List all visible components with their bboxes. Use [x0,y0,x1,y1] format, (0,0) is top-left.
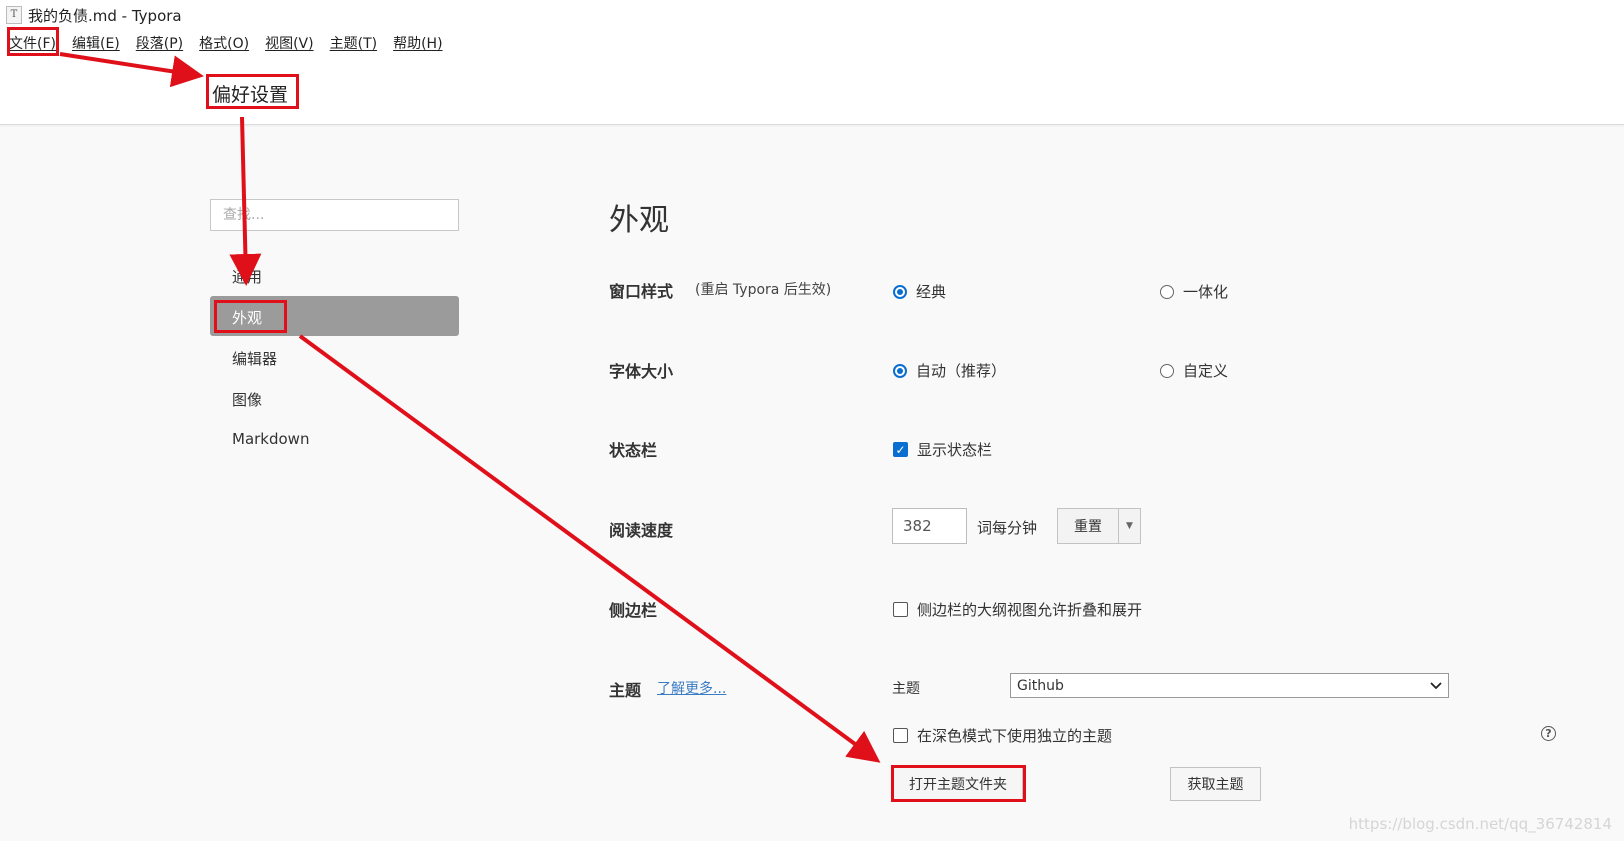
sidebar-setting-label: 侧边栏 [609,601,658,620]
get-themes-button[interactable]: 获取主题 [1170,767,1261,801]
radio-icon[interactable] [1160,284,1174,299]
window-style-note: (重启 Typora 后生效) [695,282,832,298]
radio-label: 一体化 [1183,283,1229,301]
checkbox-checked-icon[interactable]: ✓ [893,442,908,457]
status-bar-label: 状态栏 [609,441,658,460]
annotation-box-file-menu [7,27,59,56]
theme-select-value: Github [1017,677,1064,694]
reset-button[interactable]: 重置 [1057,508,1119,544]
menu-view[interactable]: 视图(V) [260,31,319,55]
theme-select[interactable]: Github [1010,673,1449,698]
checkbox-outline-collapsible[interactable]: 侧边栏的大纲视图允许折叠和展开 [893,599,1142,620]
sidebar-item-general[interactable]: 通用 [232,266,262,287]
radio-selected-icon[interactable] [893,363,907,378]
radio-label: 自动（推荐） [916,362,1007,380]
learn-more-link[interactable]: 了解更多... [657,678,726,698]
title-bar: T 我的负债.md - Typora [6,4,182,26]
typora-icon: T [6,6,22,24]
menu-edit[interactable]: 编辑(E) [67,31,125,55]
checkbox-label: 显示状态栏 [917,441,993,459]
help-icon[interactable]: ? [1541,726,1556,741]
window-title: 我的负债.md - Typora [28,6,182,25]
menu-themes[interactable]: 主题(T) [325,31,382,55]
radio-label: 自定义 [1183,362,1229,380]
words-per-minute-input[interactable] [892,508,967,544]
arrow-preferences-to-appearance [229,116,262,286]
radio-icon[interactable] [1160,363,1174,378]
checkbox-label: 在深色模式下使用独立的主题 [917,727,1113,745]
sidebar-item-editor[interactable]: 编辑器 [232,348,277,369]
theme-label: 主题 [609,681,642,700]
page-title: 外观 [609,203,669,238]
annotation-arrows [59,52,881,763]
radio-label: 经典 [916,283,947,301]
annotation-box-appearance [214,300,287,333]
radio-font-auto[interactable]: 自动（推荐） [893,360,1006,381]
menu-help[interactable]: 帮助(H) [388,31,447,55]
checkbox-label: 侧边栏的大纲视图允许折叠和展开 [917,601,1143,619]
reading-speed-label: 阅读速度 [609,521,674,540]
sidebar-item-image[interactable]: 图像 [232,389,262,410]
menu-paragraph[interactable]: 段落(P) [131,31,188,55]
font-size-label: 字体大小 [609,362,674,381]
checkbox-dark-mode-theme[interactable]: 在深色模式下使用独立的主题 [893,725,1112,746]
checkbox-icon[interactable] [893,728,908,743]
annotation-box-preferences [206,74,299,109]
radio-selected-icon[interactable] [893,284,907,299]
sidebar-item-markdown[interactable]: Markdown [232,430,309,448]
chevron-down-icon [1430,681,1442,689]
window-style-label: 窗口样式 [609,282,674,301]
checkbox-icon[interactable] [893,602,908,617]
words-per-minute-unit: 词每分钟 [977,519,1038,537]
radio-font-custom[interactable]: 自定义 [1160,360,1228,381]
watermark: https://blog.csdn.net/qq_36742814 [1348,815,1612,833]
checkbox-show-status-bar[interactable]: ✓ 显示状态栏 [893,439,992,460]
arrow-appearance-to-theme-folder [298,334,881,763]
search-input[interactable] [210,199,459,231]
annotation-box-open-theme-folder [891,765,1026,802]
radio-window-unibody[interactable]: 一体化 [1160,281,1228,302]
reset-dropdown-arrow-icon[interactable]: ▼ [1118,508,1141,544]
radio-window-classic[interactable]: 经典 [893,281,946,302]
menubar: 文件(F) 编辑(E) 段落(P) 格式(O) 视图(V) 主题(T) 帮助(H… [0,31,454,55]
theme-select-label: 主题 [892,681,920,697]
menu-format[interactable]: 格式(O) [194,31,254,55]
